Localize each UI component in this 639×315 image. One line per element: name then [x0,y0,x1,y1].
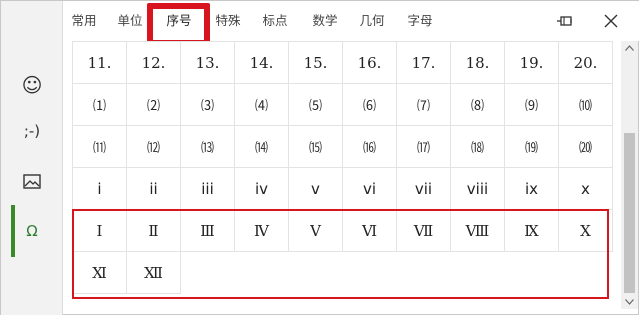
symbol-cell[interactable]: ⑸ [289,84,343,126]
symbol-cell[interactable]: ⒂ [289,126,343,168]
symbol-cell[interactable]: Ⅱ [127,210,181,252]
symbol-cell[interactable]: 11. [73,42,127,84]
symbol-cell[interactable]: 20. [559,42,613,84]
smiley-icon: ☺ [21,73,43,97]
symbol-cell[interactable]: 12. [127,42,181,84]
symbol-cell[interactable]: 15. [289,42,343,84]
symbol-cell[interactable]: ⒁ [235,126,289,168]
symbol-cell[interactable]: Ⅲ [181,210,235,252]
rail-item-label: ;-) [23,122,41,140]
tab-common[interactable]: 常用 [63,1,105,41]
symbol-cell[interactable]: ⑵ [127,84,181,126]
symbol-cell[interactable]: ⑽ [559,84,613,126]
symbol-cell[interactable]: viii [451,168,505,210]
symbol-cell[interactable]: ⒃ [343,126,397,168]
empty-cell [235,252,289,294]
symbol-cell[interactable]: Ⅹ [559,210,613,252]
symbol-cell[interactable]: ⒆ [505,126,559,168]
symbol-cell[interactable]: Ⅳ [235,210,289,252]
tab-geometry[interactable]: 几何 [351,1,393,41]
symbol-cell[interactable]: Ⅵ [343,210,397,252]
symbol-panel: ☺ ;-) Ω 常用 单位 序号 特殊 标点 数学 几何 字母 11. 12. … [0,0,639,315]
symbol-cell[interactable]: ⑿ [127,126,181,168]
symbol-cell[interactable]: Ⅶ [397,210,451,252]
tab-ordinals[interactable]: 序号 [156,1,202,41]
symbol-cell[interactable]: ⒀ [181,126,235,168]
symbol-cell[interactable]: ⑴ [73,84,127,126]
empty-cell [451,252,505,294]
symbol-cell[interactable]: ix [505,168,559,210]
rail-item-symbols[interactable]: Ω [1,205,63,257]
rail-item-emoticon[interactable]: ;-) [1,109,63,153]
omega-icon: Ω [26,222,38,240]
symbol-cell[interactable]: 14. [235,42,289,84]
symbol-cell[interactable]: ⒅ [451,126,505,168]
category-rail: ☺ ;-) Ω [1,1,63,315]
symbol-cell[interactable]: ⒇ [559,126,613,168]
symbol-cell[interactable]: ⑶ [181,84,235,126]
symbol-cell[interactable]: 17. [397,42,451,84]
rail-item-image[interactable] [1,159,63,203]
empty-cell [343,252,397,294]
empty-cell [505,252,559,294]
tab-letters[interactable]: 字母 [399,1,441,41]
symbol-cell[interactable]: ⑾ [73,126,127,168]
empty-cell [181,252,235,294]
tab-special[interactable]: 特殊 [207,1,249,41]
symbol-cell[interactable]: ⑼ [505,84,559,126]
scrollbar[interactable] [621,41,638,309]
symbol-cell[interactable]: Ⅻ [127,252,181,294]
symbol-cell[interactable]: ⑻ [451,84,505,126]
tab-math[interactable]: 数学 [304,1,346,41]
pin-icon[interactable] [556,13,574,29]
symbol-cell[interactable]: Ⅷ [451,210,505,252]
symbol-cell[interactable]: ⑺ [397,84,451,126]
symbol-cell[interactable]: 16. [343,42,397,84]
symbol-cell[interactable]: 13. [181,42,235,84]
symbol-cell[interactable]: 18. [451,42,505,84]
symbol-cell[interactable]: Ⅺ [73,252,127,294]
rail-item-emoji[interactable]: ☺ [1,63,63,107]
tab-units[interactable]: 单位 [109,1,151,41]
empty-cell [559,252,613,294]
empty-cell [289,252,343,294]
symbol-cell[interactable]: vi [343,168,397,210]
symbol-cell[interactable]: ⑷ [235,84,289,126]
empty-cell [397,252,451,294]
symbol-cell[interactable]: iv [235,168,289,210]
symbol-cell[interactable]: ii [127,168,181,210]
scroll-down-arrow-icon[interactable] [621,295,638,309]
symbol-cell[interactable]: vii [397,168,451,210]
symbol-cell[interactable]: iii [181,168,235,210]
symbol-cell[interactable]: 19. [505,42,559,84]
close-icon[interactable] [603,13,619,29]
symbol-cell[interactable]: v [289,168,343,210]
symbol-cell[interactable]: x [559,168,613,210]
symbol-cell[interactable]: Ⅰ [73,210,127,252]
symbol-cell[interactable]: ⑹ [343,84,397,126]
symbol-grid: 11. 12. 13. 14. 15. 16. 17. 18. 19. 20. ⑴ ⑵ ⑶ ⑷ ⑸ ⑹ ⑺ ⑻ ⑼ ⑽… [72,41,613,294]
tab-bar: 常用 单位 序号 特殊 标点 数学 几何 字母 [63,1,639,46]
scrollbar-thumb[interactable] [624,133,635,293]
symbol-cell[interactable]: Ⅴ [289,210,343,252]
scroll-up-arrow-icon[interactable] [621,41,638,55]
image-icon [23,173,41,189]
tab-punctuation[interactable]: 标点 [254,1,296,41]
symbol-cell[interactable]: ⒄ [397,126,451,168]
symbol-cell[interactable]: Ⅸ [505,210,559,252]
symbol-cell[interactable]: i [73,168,127,210]
